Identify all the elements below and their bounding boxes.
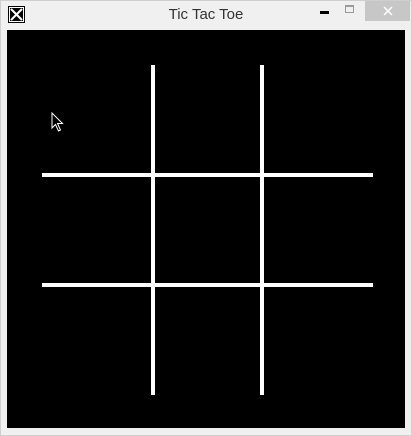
- minimize-button[interactable]: [310, 1, 337, 21]
- maximize-button[interactable]: [337, 1, 364, 21]
- cell-1-0[interactable]: [42, 177, 151, 283]
- minimize-icon: [320, 11, 329, 14]
- maximize-icon: [345, 5, 354, 13]
- close-icon: [383, 6, 393, 16]
- cell-1-1[interactable]: [155, 177, 260, 283]
- close-button[interactable]: [365, 1, 410, 21]
- cell-0-0[interactable]: [42, 65, 151, 173]
- cell-1-2[interactable]: [264, 177, 373, 283]
- cell-2-2[interactable]: [264, 287, 373, 395]
- game-board[interactable]: [7, 30, 405, 428]
- title-bar[interactable]: Tic Tac Toe: [1, 1, 411, 30]
- cell-2-0[interactable]: [42, 287, 151, 395]
- app-window: Tic Tac Toe: [0, 0, 412, 436]
- cell-2-1[interactable]: [155, 287, 260, 395]
- cell-0-1[interactable]: [155, 65, 260, 173]
- cell-0-2[interactable]: [264, 65, 373, 173]
